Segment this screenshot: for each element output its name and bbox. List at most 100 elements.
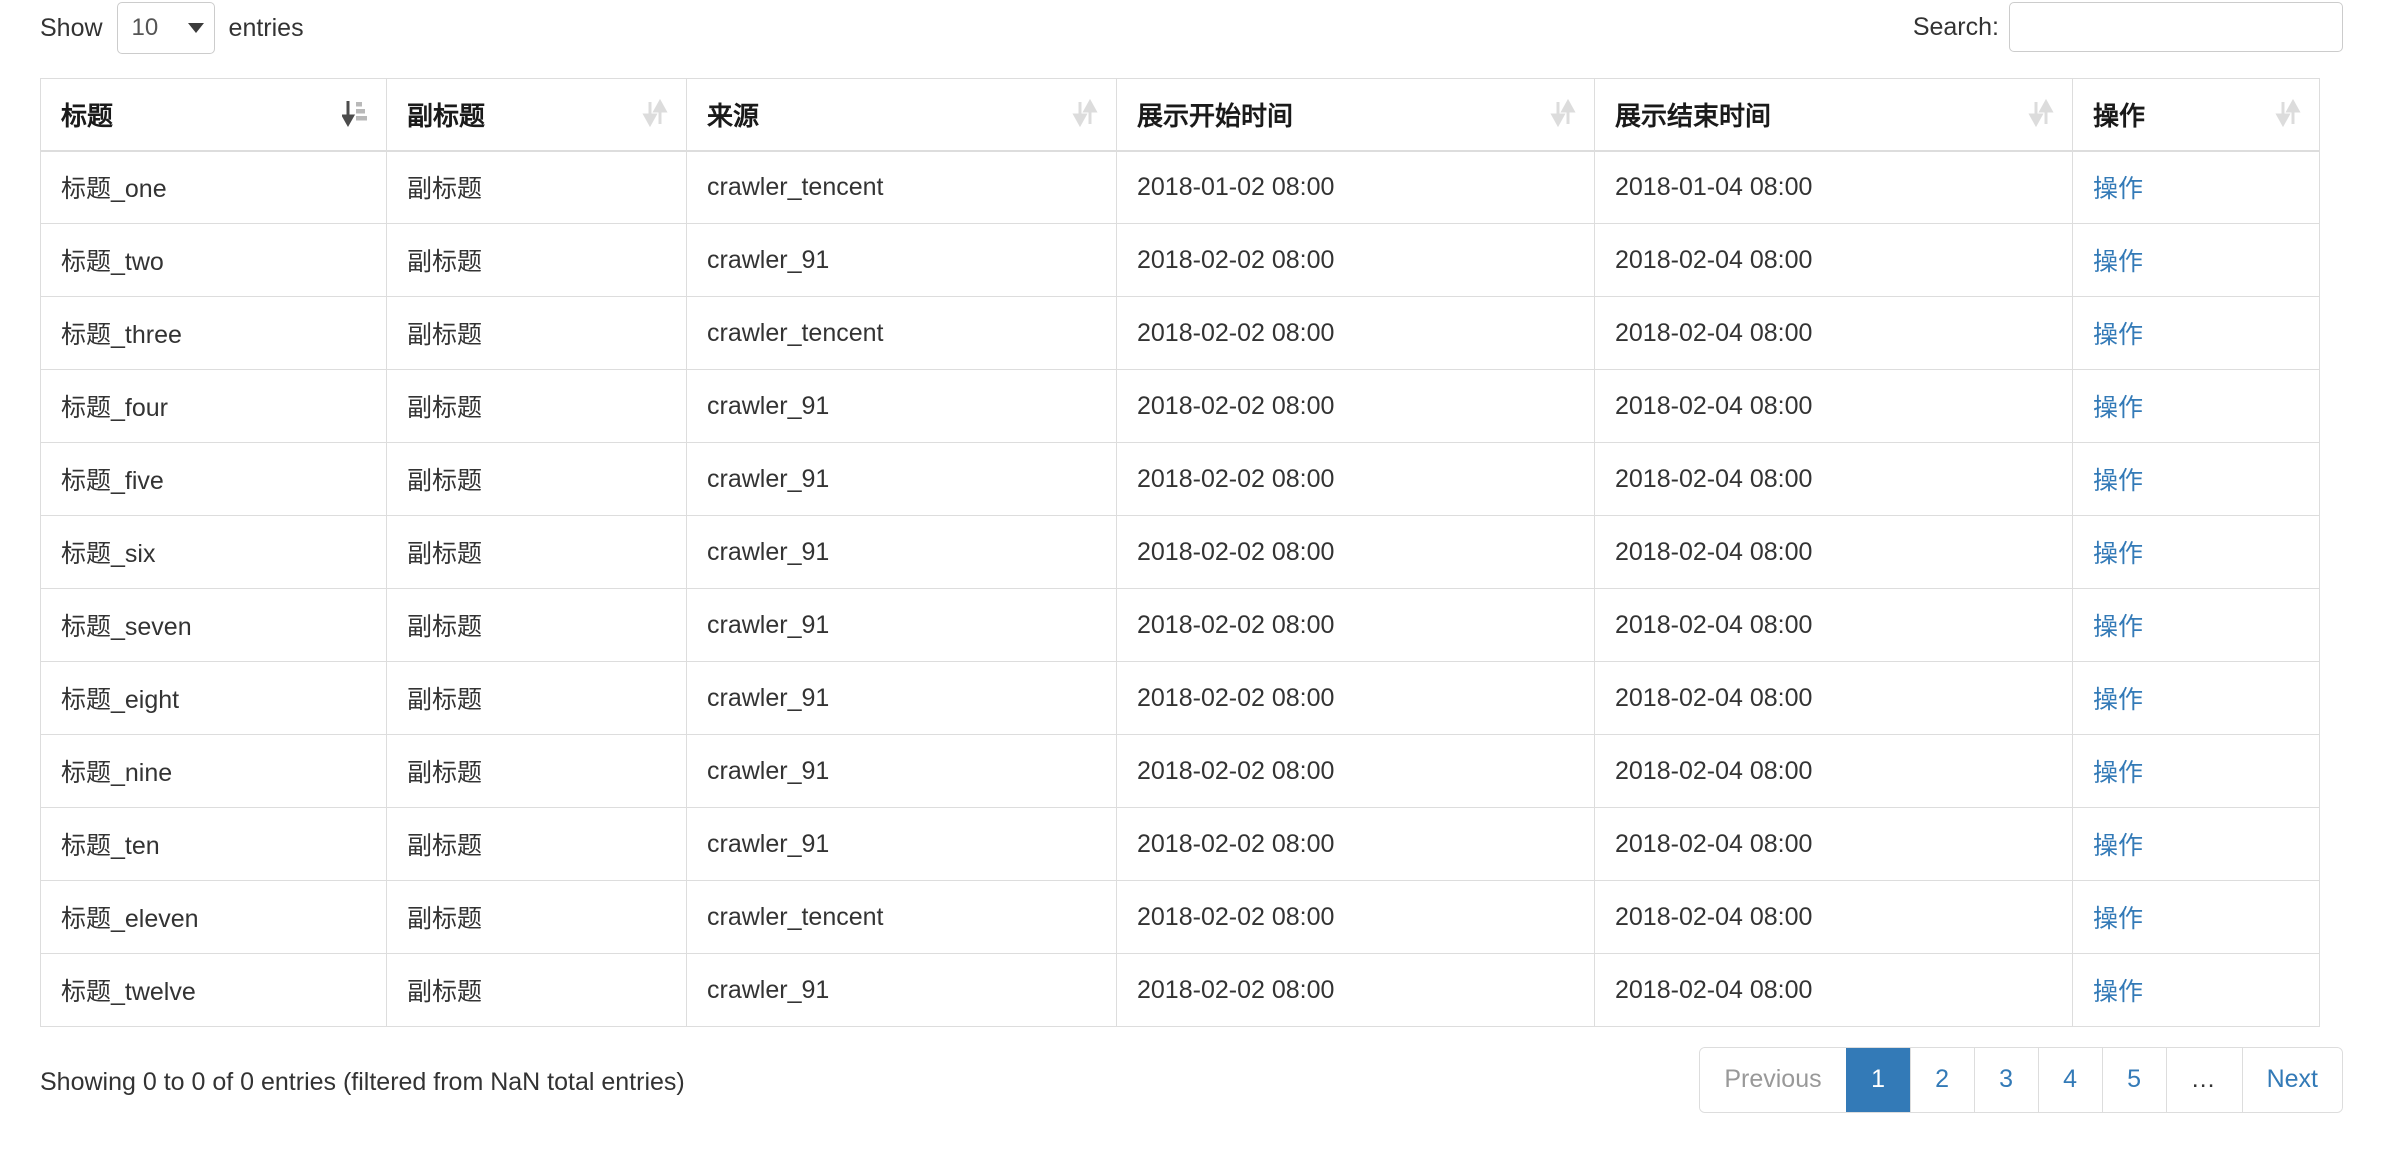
table-row: 标题_two 副标题 crawler_91 2018-02-02 08:00 2018-… — [40, 223, 2320, 297]
datatable-page: Show 10 entries Search: 标题 副标题 来源 展示开始时间… — [0, 0, 2383, 1171]
table-head: 标题 副标题 来源 展示开始时间 展示结束时间 操作 — [40, 78, 2320, 152]
action-link[interactable]: 操作 — [2093, 540, 2143, 568]
column-header-end-time-label: 展示结束时间 — [1615, 100, 1772, 131]
cell-action: 操作 — [2072, 588, 2320, 662]
pagination-button-3[interactable]: 3 — [1973, 1047, 2038, 1112]
column-header-source[interactable]: 来源 — [686, 78, 1117, 152]
cell-subtitle: 副标题 — [386, 661, 687, 735]
cell-subtitle: 副标题 — [386, 442, 687, 516]
action-link[interactable]: 操作 — [2093, 832, 2143, 860]
column-header-subtitle[interactable]: 副标题 — [386, 78, 687, 152]
action-link[interactable]: 操作 — [2093, 686, 2143, 714]
column-header-title[interactable]: 标题 — [40, 78, 387, 152]
cell-title: 标题_three — [40, 296, 387, 370]
column-header-source-label: 来源 — [707, 100, 760, 131]
action-link[interactable]: 操作 — [2093, 613, 2143, 641]
cell-source: crawler_91 — [686, 661, 1117, 735]
table-row: 标题_eight 副标题 crawler_91 2018-02-02 08:00 201… — [40, 661, 2320, 735]
cell-end-time: 2018-02-04 08:00 — [1594, 734, 2073, 808]
cell-subtitle: 副标题 — [386, 734, 687, 808]
cell-end-time: 2018-02-04 08:00 — [1594, 369, 2073, 443]
cell-source: crawler_91 — [686, 588, 1117, 662]
table-top-controls: Show 10 entries Search: — [40, 0, 2343, 78]
cell-source: crawler_91 — [686, 515, 1117, 589]
column-header-subtitle-label: 副标题 — [407, 100, 486, 131]
cell-subtitle: 副标题 — [386, 588, 687, 662]
data-table: 标题 副标题 来源 展示开始时间 展示结束时间 操作 标题_one 副标题 cr… — [40, 78, 2320, 1027]
cell-subtitle: 副标题 — [386, 880, 687, 954]
cell-title: 标题_four — [40, 369, 387, 443]
table-container: 标题 副标题 来源 展示开始时间 展示结束时间 操作 标题_one 副标题 cr… — [40, 78, 2320, 1027]
action-link[interactable]: 操作 — [2093, 248, 2143, 276]
cell-end-time: 2018-02-04 08:00 — [1594, 953, 2073, 1027]
cell-source: crawler_tencent — [686, 150, 1117, 224]
column-header-end-time[interactable]: 展示结束时间 — [1594, 78, 2073, 152]
pagination-button-1: 1 — [1845, 1047, 1910, 1112]
table-row: 标题_eleven 副标题 crawler_tencent 2018-02-02 08… — [40, 880, 2320, 954]
cell-source: crawler_91 — [686, 734, 1117, 808]
cell-start-time: 2018-02-02 08:00 — [1116, 515, 1595, 589]
action-link[interactable]: 操作 — [2093, 175, 2143, 203]
sort-both-icon — [2275, 99, 2301, 129]
page-length-select[interactable]: 10 — [116, 2, 215, 54]
cell-start-time: 2018-02-02 08:00 — [1116, 223, 1595, 297]
action-link[interactable]: 操作 — [2093, 394, 2143, 422]
cell-action: 操作 — [2072, 953, 2320, 1027]
cell-subtitle: 副标题 — [386, 515, 687, 589]
action-link[interactable]: 操作 — [2093, 467, 2143, 495]
cell-end-time: 2018-02-04 08:00 — [1594, 661, 2073, 735]
pagination-button-5[interactable]: 5 — [2101, 1047, 2166, 1112]
cell-start-time: 2018-01-02 08:00 — [1116, 150, 1595, 224]
column-header-start-time[interactable]: 展示开始时间 — [1116, 78, 1595, 152]
table-row: 标题_three 副标题 crawler_tencent 2018-02-02 08:… — [40, 296, 2320, 370]
cell-end-time: 2018-02-04 08:00 — [1594, 442, 2073, 516]
table-row: 标题_ten 副标题 crawler_91 2018-02-02 08:00 2018-… — [40, 807, 2320, 881]
cell-title: 标题_one — [40, 150, 387, 224]
cell-action: 操作 — [2072, 515, 2320, 589]
column-header-title-label: 标题 — [61, 100, 114, 131]
cell-start-time: 2018-02-02 08:00 — [1116, 442, 1595, 516]
cell-end-time: 2018-02-04 08:00 — [1594, 515, 2073, 589]
sort-both-icon — [1072, 99, 1098, 129]
pagination-button-4[interactable]: 4 — [2037, 1047, 2102, 1112]
cell-subtitle: 副标题 — [386, 953, 687, 1027]
cell-action: 操作 — [2072, 150, 2320, 224]
cell-title: 标题_eleven — [40, 880, 387, 954]
cell-source: crawler_91 — [686, 953, 1117, 1027]
pagination-button-previous: Previous — [1700, 1047, 1846, 1112]
cell-source: crawler_91 — [686, 442, 1117, 516]
cell-source: crawler_tencent — [686, 880, 1117, 954]
cell-start-time: 2018-02-02 08:00 — [1116, 880, 1595, 954]
sort-both-icon — [2028, 99, 2054, 129]
table-row: 标题_six 副标题 crawler_91 2018-02-02 08:00 2018-… — [40, 515, 2320, 589]
cell-subtitle: 副标题 — [386, 150, 687, 224]
action-link[interactable]: 操作 — [2093, 905, 2143, 933]
sort-both-icon — [642, 99, 668, 129]
table-row: 标题_one 副标题 crawler_tencent 2018-01-02 08:00… — [40, 150, 2320, 224]
column-header-action-label: 操作 — [2093, 100, 2146, 131]
cell-start-time: 2018-02-02 08:00 — [1116, 953, 1595, 1027]
action-link[interactable]: 操作 — [2093, 978, 2143, 1006]
cell-action: 操作 — [2072, 734, 2320, 808]
cell-start-time: 2018-02-02 08:00 — [1116, 369, 1595, 443]
cell-action: 操作 — [2072, 296, 2320, 370]
action-link[interactable]: 操作 — [2093, 321, 2143, 349]
pagination-button-: … — [2165, 1047, 2242, 1112]
page-length-control: Show 10 entries — [40, 2, 304, 54]
pagination-button-2[interactable]: 2 — [1909, 1047, 1974, 1112]
cell-end-time: 2018-02-04 08:00 — [1594, 807, 2073, 881]
pagination-button-next[interactable]: Next — [2241, 1047, 2342, 1112]
column-header-start-time-label: 展示开始时间 — [1137, 100, 1294, 131]
table-row: 标题_seven 副标题 crawler_91 2018-02-02 08:00 201… — [40, 588, 2320, 662]
cell-action: 操作 — [2072, 223, 2320, 297]
search-label: Search: — [1912, 12, 1999, 41]
page-length-label-prefix: Show — [40, 13, 103, 42]
cell-title: 标题_seven — [40, 588, 387, 662]
cell-subtitle: 副标题 — [386, 296, 687, 370]
cell-title: 标题_eight — [40, 661, 387, 735]
action-link[interactable]: 操作 — [2093, 759, 2143, 787]
column-header-action[interactable]: 操作 — [2072, 78, 2320, 152]
table-header-row: 标题 副标题 来源 展示开始时间 展示结束时间 操作 — [40, 78, 2320, 152]
search-input[interactable] — [2009, 2, 2343, 52]
sort-both-icon — [1550, 99, 1576, 129]
